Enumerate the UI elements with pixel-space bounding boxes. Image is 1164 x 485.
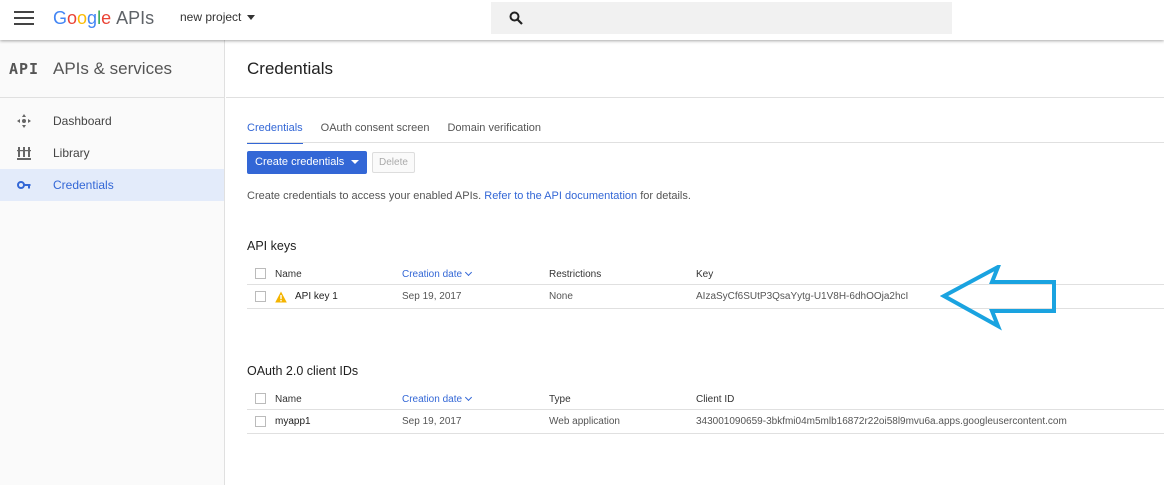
- oauth-client-ids-title: OAuth 2.0 client IDs: [247, 364, 359, 378]
- api-documentation-link[interactable]: Refer to the API documentation: [484, 190, 637, 202]
- sidebar-item-label: Library: [53, 146, 90, 160]
- google-apis-logo[interactable]: Google APIs: [53, 8, 154, 29]
- select-all-checkbox[interactable]: [255, 268, 266, 279]
- key-icon: [17, 181, 31, 189]
- tab-bar: Credentials OAuth consent screen Domain ve…: [247, 118, 559, 144]
- logo-letter: g: [87, 8, 98, 28]
- hamburger-menu-icon[interactable]: [14, 11, 34, 27]
- page-title: Credentials: [247, 59, 333, 78]
- sort-down-icon: [465, 393, 473, 402]
- table-header-row: Name Creation date Type Client ID: [247, 389, 1164, 410]
- sidebar-item-dashboard[interactable]: Dashboard: [0, 105, 224, 137]
- oauth-client-ids-table: Name Creation date Type Client ID myapp1…: [247, 389, 1164, 434]
- sort-down-icon: [465, 268, 473, 277]
- search-icon: [509, 11, 523, 25]
- sidebar-item-library[interactable]: Library: [0, 137, 224, 169]
- row-checkbox[interactable]: [255, 291, 266, 302]
- create-credentials-label: Create credentials: [255, 156, 345, 168]
- create-credentials-button[interactable]: Create credentials: [247, 151, 368, 174]
- project-selector[interactable]: new project: [180, 10, 256, 24]
- credentials-description: Create credentials to access your enable…: [247, 190, 691, 202]
- creation-date: Sep 19, 2017: [402, 291, 462, 302]
- tab-domain-verification[interactable]: Domain verification: [447, 122, 541, 142]
- column-header-client-id[interactable]: Client ID: [696, 389, 734, 410]
- main-content: Credentials Credentials OAuth consent scr…: [226, 40, 1164, 485]
- search-bar[interactable]: [491, 2, 952, 34]
- column-header-restrictions[interactable]: Restrictions: [549, 264, 601, 285]
- sidebar-header: API APIs & services: [0, 40, 224, 98]
- top-bar: Google APIs new project: [0, 0, 1164, 40]
- logo-letter: o: [77, 8, 88, 28]
- api-key-value[interactable]: AIzaSyCf6SUtP3QsaYytg-U1V8H-6dhOOja2hcI: [696, 285, 908, 309]
- column-header-creation-date[interactable]: Creation date: [402, 264, 473, 285]
- api-keys-title: API keys: [247, 239, 297, 253]
- logo-letter: o: [67, 8, 78, 28]
- column-header-type[interactable]: Type: [549, 389, 571, 410]
- description-text: for details.: [640, 190, 691, 202]
- client-type: Web application: [549, 416, 620, 427]
- client-name-link[interactable]: myapp1: [275, 410, 311, 434]
- dropdown-caret-icon: [351, 160, 360, 165]
- table-row: myapp1 Sep 19, 2017 Web application 3430…: [247, 410, 1164, 434]
- column-header-name[interactable]: Name: [275, 264, 302, 285]
- column-header-key[interactable]: Key: [696, 264, 713, 285]
- creation-date: Sep 19, 2017: [402, 416, 462, 427]
- project-name: new project: [180, 10, 242, 24]
- select-all-checkbox[interactable]: [255, 393, 266, 404]
- library-icon: [17, 147, 31, 160]
- logo-letter: G: [53, 8, 68, 28]
- sidebar-item-label: Dashboard: [53, 114, 112, 128]
- sidebar: API APIs & services Dashboard Library Cr…: [0, 40, 225, 485]
- sidebar-item-credentials[interactable]: Credentials: [0, 169, 224, 201]
- divider: [226, 97, 1164, 98]
- column-header-name[interactable]: Name: [275, 389, 302, 410]
- tab-oauth-consent-screen[interactable]: OAuth consent screen: [321, 122, 430, 142]
- client-id-value[interactable]: 343001090659-3bkfmi04m5mlb16872r22oi58l9…: [696, 410, 1067, 434]
- tab-credentials[interactable]: Credentials: [247, 122, 303, 144]
- logo-suffix: APIs: [116, 8, 155, 28]
- sidebar-item-label: Credentials: [53, 178, 114, 192]
- dashboard-icon: [17, 114, 31, 128]
- row-checkbox[interactable]: [255, 416, 266, 427]
- dropdown-caret-icon: [247, 15, 256, 21]
- api-key-name-link[interactable]: API key 1: [295, 285, 338, 309]
- divider: [247, 142, 1164, 143]
- description-text: Create credentials to access your enable…: [247, 190, 482, 202]
- restrictions-value: None: [549, 291, 573, 302]
- warning-icon: [275, 291, 287, 303]
- annotation-arrow-icon: [940, 265, 1056, 331]
- column-header-creation-date[interactable]: Creation date: [402, 389, 473, 410]
- column-header-label: Creation date: [402, 269, 463, 280]
- logo-letter: e: [101, 8, 112, 28]
- api-badge-icon: API: [9, 60, 40, 78]
- sidebar-title: APIs & services: [53, 59, 173, 78]
- delete-button[interactable]: Delete: [372, 152, 415, 173]
- column-header-label: Creation date: [402, 394, 463, 405]
